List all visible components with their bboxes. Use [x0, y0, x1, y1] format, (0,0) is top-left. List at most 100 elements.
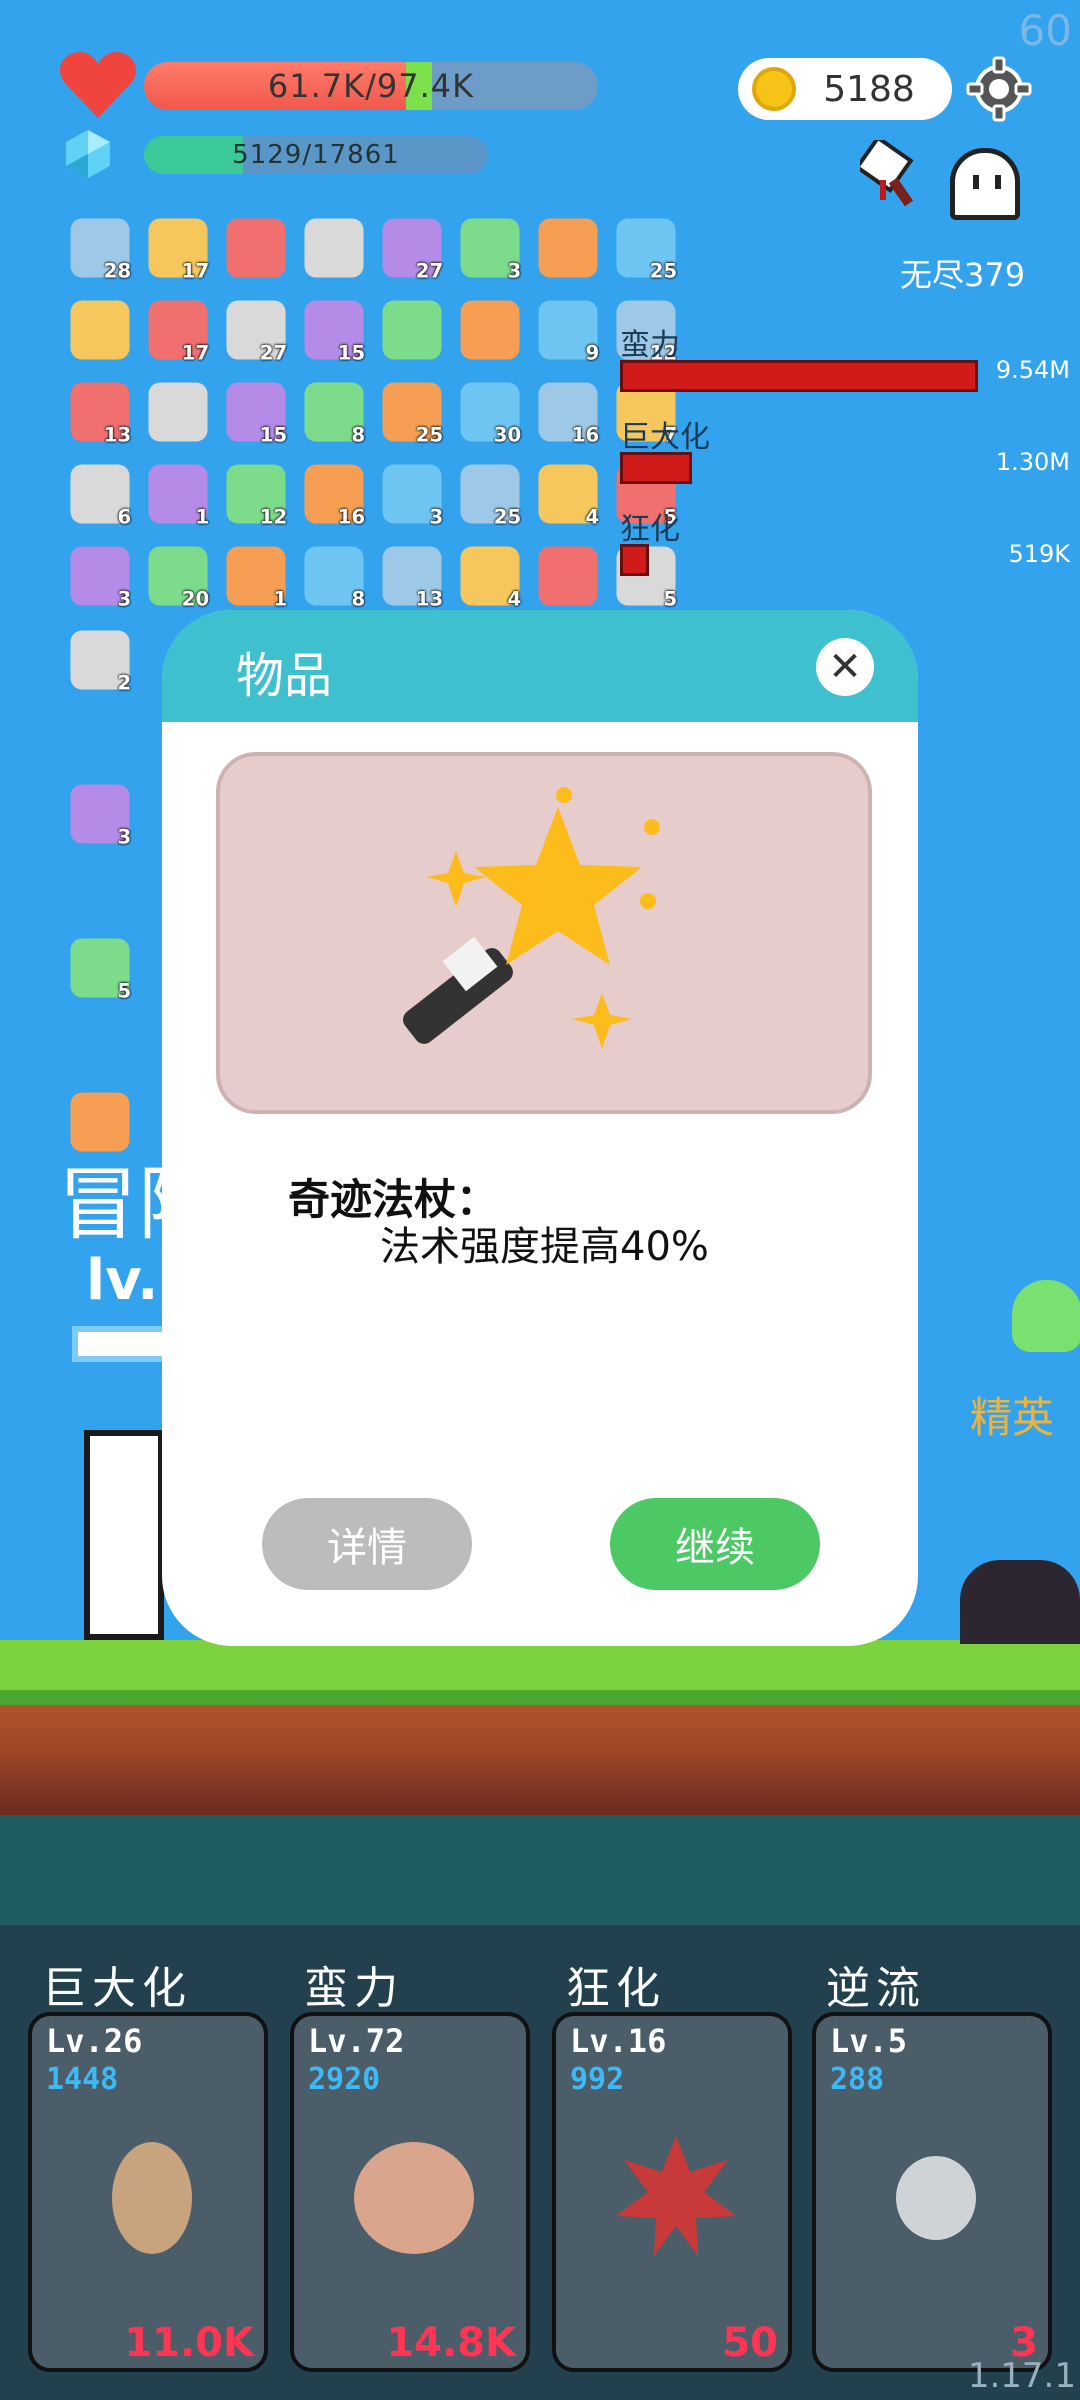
broadsword-icon[interactable]	[304, 218, 364, 278]
item-count: 28	[103, 259, 132, 283]
sword-blue-icon[interactable]: 17	[148, 218, 209, 282]
item-count: 13	[103, 423, 132, 447]
item-count: 1	[273, 587, 288, 611]
gem-icon[interactable]	[538, 546, 598, 606]
enemy-hp-bar	[620, 360, 978, 392]
item-count: 20	[181, 587, 210, 611]
melon-icon[interactable]: 25	[460, 464, 521, 528]
skull-icon	[1012, 1280, 1080, 1352]
inventory-row: 3 20 1 8 13 4 5	[64, 540, 682, 616]
pineapple-icon[interactable]: 16	[304, 464, 365, 528]
target-icon[interactable]: 8	[304, 382, 365, 446]
detail-button[interactable]: 详情	[262, 1498, 472, 1590]
strawberry-icon[interactable]: 15	[226, 382, 287, 446]
mail-icon[interactable]: 20	[148, 546, 209, 610]
cleaver-boss-icon[interactable]	[860, 140, 920, 210]
item-count: 3	[117, 587, 132, 611]
mushroom-icon[interactable]: 8	[304, 546, 365, 610]
ghost-icon[interactable]: 15	[304, 300, 365, 364]
wind-swirl-icon	[896, 2156, 976, 2240]
item-count: 2	[117, 671, 132, 695]
chain-icon[interactable]	[148, 382, 208, 442]
coin-icon	[752, 67, 796, 111]
heart-icon	[59, 52, 137, 118]
skill-card[interactable]: Lv.16 992 50	[552, 2012, 792, 2372]
skill-card[interactable]: Lv.5 288 3	[812, 2012, 1052, 2372]
money-icon[interactable]: 25	[382, 382, 443, 446]
dagger-icon[interactable]: 28	[70, 218, 131, 282]
fire-icon[interactable]	[70, 300, 130, 360]
clipboard-icon[interactable]: 3	[70, 546, 131, 610]
rage-burst-icon	[616, 2136, 736, 2256]
star-card-icon[interactable]: 25	[616, 218, 677, 282]
muscle-icon	[354, 2142, 474, 2254]
heart-icon[interactable]: 3	[460, 218, 521, 282]
enemy-hp-value: 1.30M	[995, 448, 1070, 476]
item-description: 法术强度提高40%	[380, 1224, 709, 1270]
inventory-row: 28 17 27 3 25	[64, 212, 682, 288]
continue-button[interactable]: 继续	[610, 1498, 820, 1590]
dialog-title: 物品	[236, 648, 333, 704]
enemy-name: 狂化	[620, 512, 680, 547]
skill-name: 巨大化	[42, 1963, 192, 2014]
spike-ball-icon[interactable]: 27	[226, 300, 287, 364]
ghost-boss-icon[interactable]	[950, 148, 1020, 220]
skill-points: 288	[830, 2062, 885, 2097]
dialog-header: 物品 ✕	[162, 610, 918, 722]
enemy-character	[960, 1560, 1080, 1644]
stage-label: 无尽379	[900, 256, 1026, 294]
skill-points: 1448	[46, 2062, 119, 2097]
flag-icon[interactable]: 5	[70, 938, 131, 1002]
viking-helmet-icon[interactable]	[460, 300, 520, 360]
item-count: 8	[351, 423, 366, 447]
mana-text: 5129/17861	[232, 140, 400, 170]
player-character	[84, 1430, 164, 1640]
skill-name: 逆流	[826, 1963, 926, 2014]
item-count: 15	[259, 423, 288, 447]
skill-level: Lv.72	[308, 2022, 405, 2060]
book-icon[interactable]: 27	[382, 218, 443, 282]
dice-icon[interactable]: 13	[70, 382, 131, 446]
item-count: 3	[117, 825, 132, 849]
item-count: 17	[181, 341, 210, 365]
gift-icon[interactable]: 4	[538, 464, 599, 528]
item-count: 12	[259, 505, 288, 529]
coat-icon[interactable]: 6	[70, 464, 131, 528]
cauldron-icon[interactable]: 2	[70, 630, 131, 694]
scroll-icon[interactable]	[226, 218, 286, 278]
item-count: 27	[259, 341, 288, 365]
item-count: 27	[415, 259, 444, 283]
gear-icon[interactable]	[966, 56, 1032, 122]
chest-icon[interactable]: 4	[460, 546, 521, 610]
mana-bar: 5129/17861	[144, 136, 488, 174]
chat-icon[interactable]: 1	[226, 546, 287, 610]
level-progress	[72, 1326, 172, 1362]
skill-points: 2920	[308, 2062, 381, 2097]
magic-wand-icon[interactable]: 1	[148, 464, 209, 528]
level-label: lv.	[86, 1248, 159, 1313]
enemy-hp-value: 519K	[1008, 540, 1070, 568]
potion-icon[interactable]: 13	[382, 546, 443, 610]
torch-icon[interactable]	[538, 218, 598, 278]
item-count: 25	[649, 259, 678, 283]
close-button[interactable]: ✕	[816, 638, 874, 696]
sparkle-icon[interactable]: 16	[538, 382, 599, 446]
vortex-icon[interactable]	[382, 300, 442, 360]
bow-icon[interactable]: 9	[538, 300, 599, 364]
fps-counter: 60	[1018, 6, 1072, 55]
skill-level: Lv.5	[830, 2022, 908, 2060]
item-count: 3	[429, 505, 444, 529]
item-count: 16	[337, 505, 366, 529]
ring-icon[interactable]: 3	[382, 464, 443, 528]
item-count: 4	[585, 505, 600, 529]
orb-icon[interactable]: 17	[148, 300, 209, 364]
beer-icon[interactable]: 3	[70, 784, 131, 848]
coins-icon[interactable]: 12	[226, 464, 287, 528]
skill-card[interactable]: Lv.26 1448 11.0K	[28, 2012, 268, 2372]
item-count: 5	[663, 587, 678, 611]
item-dialog: 物品 ✕ 奇迹法杖： 法术强度提高40% 详情 继续	[162, 610, 918, 1646]
bulb-icon[interactable]: 30	[460, 382, 521, 446]
skill-card[interactable]: Lv.72 2920 14.8K	[290, 2012, 530, 2372]
inventory-row: 13 15 8 25 30 16 7	[64, 376, 682, 452]
version-label: 1.17.1	[967, 2356, 1076, 2396]
